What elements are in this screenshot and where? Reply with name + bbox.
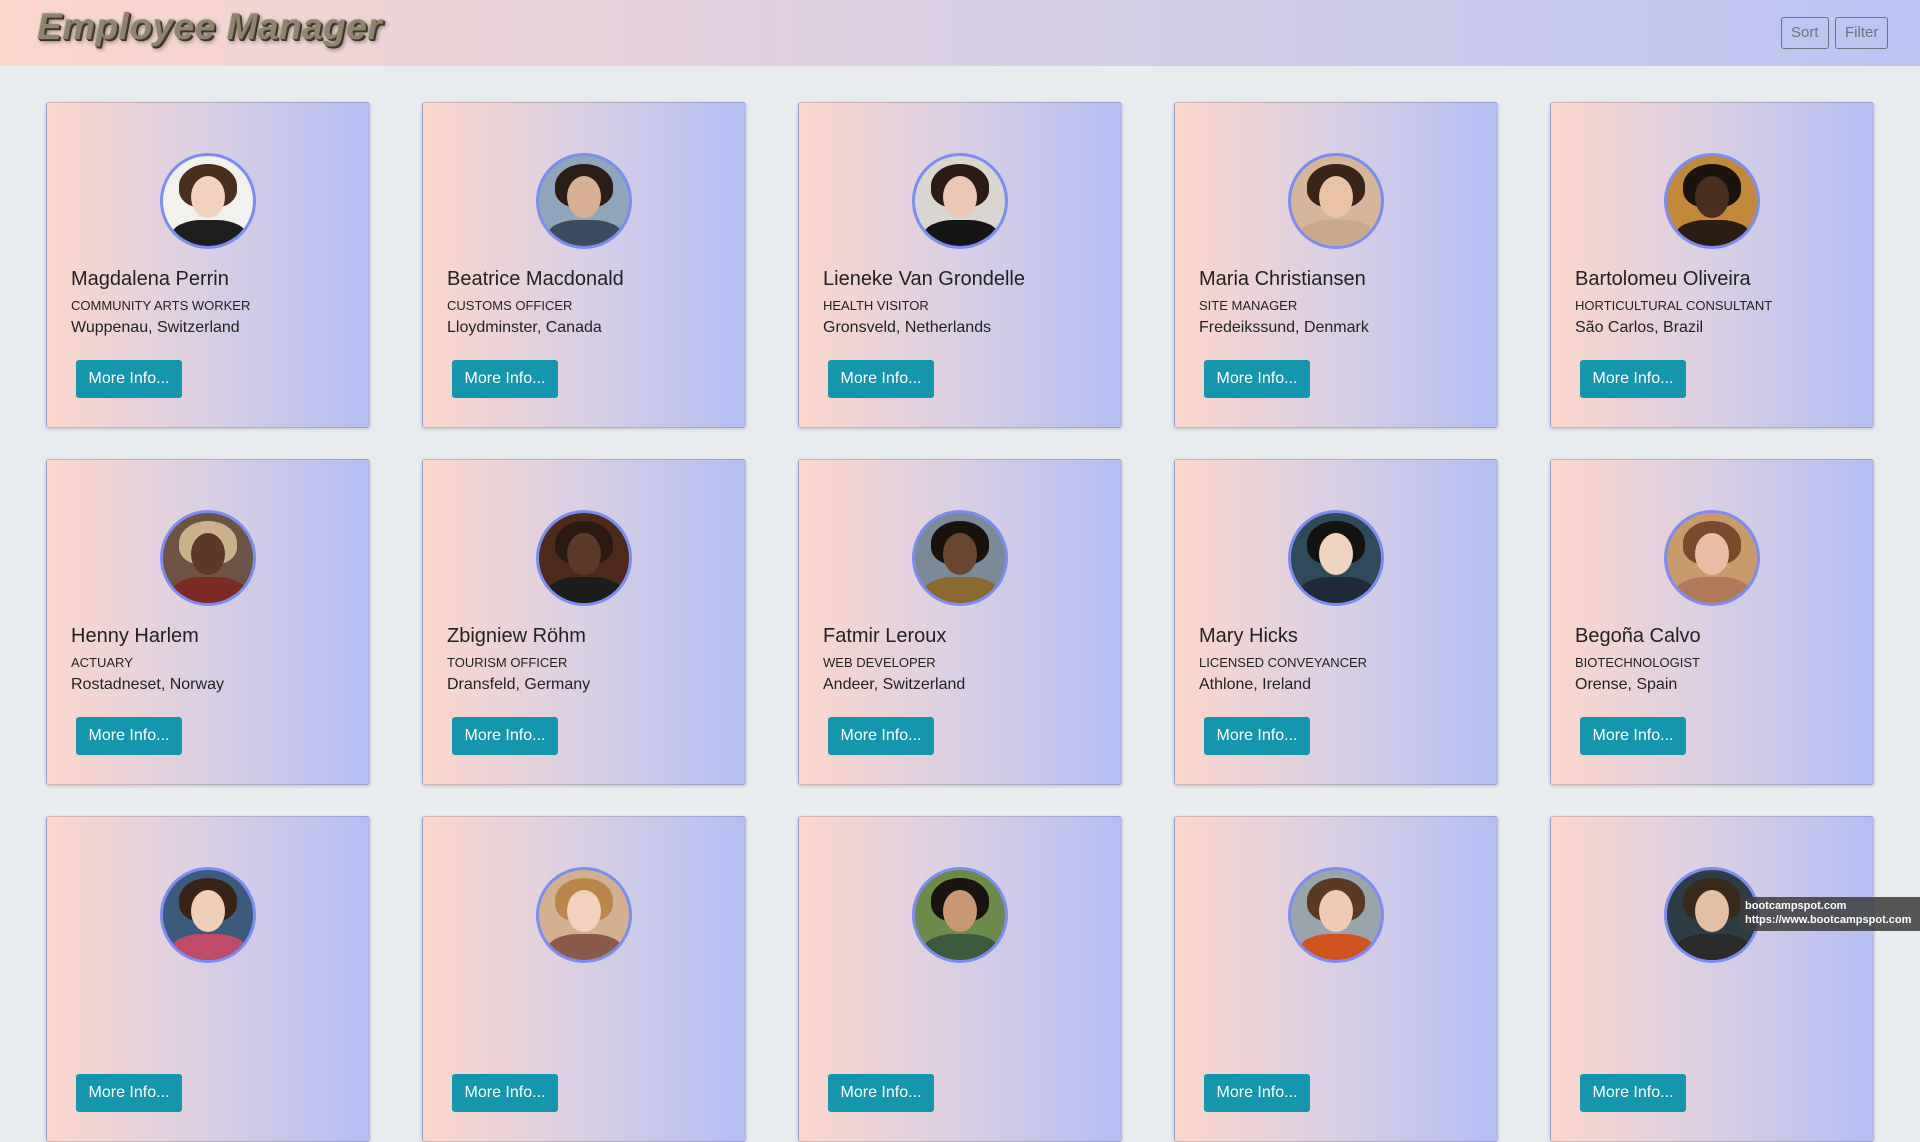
employee-location: Lloydminster, Canada: [447, 319, 602, 336]
employee-card: Mary Hicks Licensed Conveyancer Athlone, I…: [1174, 459, 1498, 785]
employee-card: Maria Christiansen Site Manager Fredeikssu…: [1174, 102, 1498, 428]
more-info-button[interactable]: More Info...: [1204, 360, 1310, 398]
more-info-button[interactable]: More Info...: [828, 360, 934, 398]
filter-button[interactable]: Filter: [1835, 17, 1889, 49]
employee-name: Henny Harlem: [71, 625, 199, 647]
employee-card: Henny Harlem Actuary Rostadneset, Norway Mo…: [46, 459, 370, 785]
employee-title: Health Visitor: [823, 298, 929, 313]
employee-avatar: [160, 867, 256, 963]
employee-title: Actuary: [71, 655, 133, 670]
more-info-button[interactable]: More Info...: [452, 360, 558, 398]
tooltip-domain: bootcampspot.com: [1745, 900, 1847, 912]
app-title: Employee Manager: [37, 6, 383, 47]
employee-card: More Info...: [1174, 816, 1498, 1142]
employee-title: Horticultural Consultant: [1575, 298, 1773, 313]
employee-avatar: [1288, 153, 1384, 249]
employee-name: Mary Hicks: [1199, 625, 1298, 647]
more-info-button[interactable]: More Info...: [1580, 717, 1686, 755]
employee-card: Lieneke Van Grondelle Health Visitor Grons…: [798, 102, 1122, 428]
employee-avatar: [912, 867, 1008, 963]
more-info-button[interactable]: More Info...: [1204, 717, 1310, 755]
employee-location: Orense, Spain: [1575, 676, 1678, 693]
employee-name: Magdalena Perrin: [71, 268, 229, 290]
employee-location: Rostadneset, Norway: [71, 676, 224, 693]
tooltip-url: https://www.bootcampspot.com: [1745, 914, 1912, 926]
employee-location: Athlone, Ireland: [1199, 676, 1312, 693]
employee-avatar: [536, 867, 632, 963]
employee-avatar: [1664, 510, 1760, 606]
employee-card: Magdalena Perrin Community Arts Worker Wup…: [46, 102, 370, 428]
employee-card: Beatrice Macdonald Customs Officer Lloydmi…: [422, 102, 746, 428]
employee-name: Beatrice Macdonald: [447, 268, 624, 290]
employee-title: Tourism Officer: [447, 655, 568, 670]
employee-card: Begoña Calvo Biotechnologist Orense, Spain…: [1550, 459, 1874, 785]
url-tooltip: bootcampspot.com https://www.bootcampspo…: [1740, 897, 1920, 931]
more-info-button[interactable]: More Info...: [1204, 1074, 1310, 1112]
sort-button[interactable]: Sort: [1781, 17, 1829, 49]
employee-title: Web Developer: [823, 655, 936, 670]
employee-card: More Info...: [46, 816, 370, 1142]
employee-avatar: [1664, 153, 1760, 249]
employee-name: Bartolomeu Oliveira: [1575, 268, 1751, 290]
employee-title: Community Arts Worker: [71, 298, 251, 313]
employee-card: More Info...: [798, 816, 1122, 1142]
employee-avatar: [912, 510, 1008, 606]
employee-location: Fredeikssund, Denmark: [1199, 319, 1369, 336]
employee-name: Fatmir Leroux: [823, 625, 947, 647]
more-info-button[interactable]: More Info...: [1580, 1074, 1686, 1112]
employee-title: Licensed Conveyancer: [1199, 655, 1368, 670]
employee-card: Zbigniew Röhm Tourism Officer Dransfeld, G…: [422, 459, 746, 785]
employee-location: Gronsveld, Netherlands: [823, 319, 992, 336]
employee-card: More Info...: [1550, 816, 1874, 1142]
more-info-button[interactable]: More Info...: [828, 1074, 934, 1112]
employee-name: Zbigniew Röhm: [447, 625, 586, 647]
more-info-button[interactable]: More Info...: [1580, 360, 1686, 398]
employee-title: Biotechnologist: [1575, 655, 1700, 670]
employee-location: Dransfeld, Germany: [447, 676, 591, 693]
employee-location: Andeer, Switzerland: [823, 676, 966, 693]
more-info-button[interactable]: More Info...: [76, 1074, 182, 1112]
employee-avatar: [1288, 510, 1384, 606]
employee-location: Wuppenau, Switzerland: [71, 319, 240, 336]
employee-card: Bartolomeu Oliveira Horticultural Consult…: [1550, 102, 1874, 428]
employee-name: Begoña Calvo: [1575, 625, 1701, 647]
employee-avatar: [536, 510, 632, 606]
employee-card: More Info...: [422, 816, 746, 1142]
more-info-button[interactable]: More Info...: [452, 717, 558, 755]
more-info-button[interactable]: More Info...: [452, 1074, 558, 1112]
employee-avatar: [536, 153, 632, 249]
employee-location: São Carlos, Brazil: [1575, 319, 1704, 336]
employee-card: Fatmir Leroux Web Developer Andeer, Switze…: [798, 459, 1122, 785]
more-info-button[interactable]: More Info...: [828, 717, 934, 755]
navbar: Employee Manager Sort Filter: [0, 0, 1920, 66]
employee-avatar: [912, 153, 1008, 249]
employee-name: Maria Christiansen: [1199, 268, 1366, 290]
more-info-button[interactable]: More Info...: [76, 717, 182, 755]
employee-avatar: [160, 510, 256, 606]
employee-avatar: [160, 153, 256, 249]
employee-title: Site Manager: [1199, 298, 1298, 313]
more-info-button[interactable]: More Info...: [76, 360, 182, 398]
employee-name: Lieneke Van Grondelle: [823, 268, 1025, 290]
employee-title: Customs Officer: [447, 298, 573, 313]
employee-avatar: [1288, 867, 1384, 963]
